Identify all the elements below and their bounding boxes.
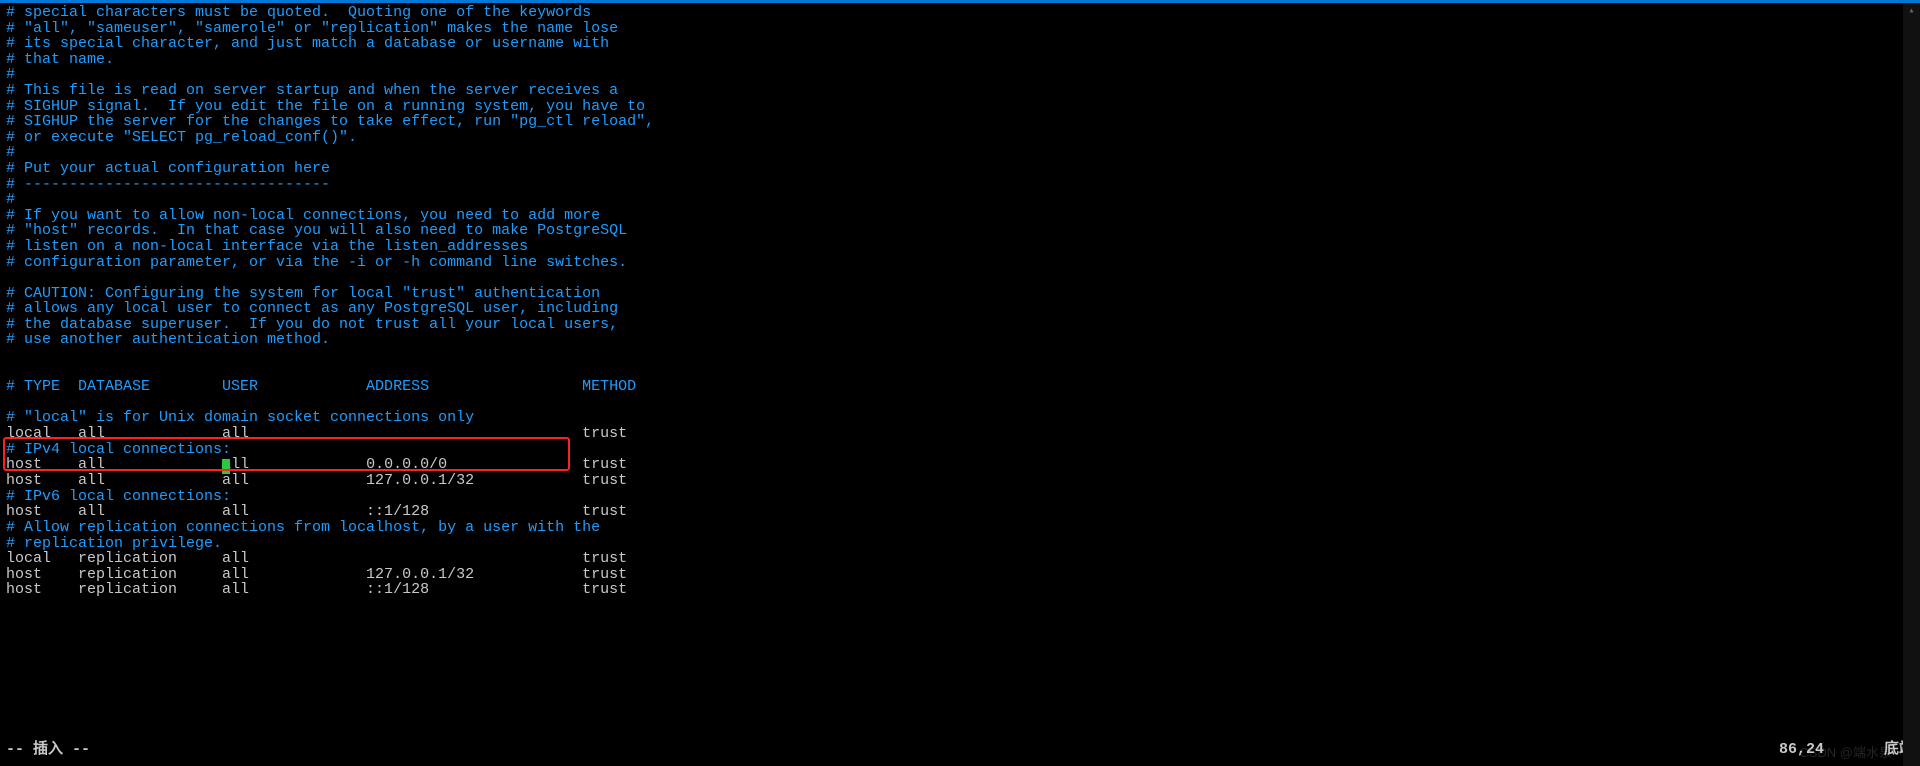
comment-line: # SIGHUP signal. If you edit the file on…: [6, 99, 1914, 115]
config-line: host all all 0.0.0.0/0 trust: [6, 457, 1914, 473]
scrollbar[interactable]: ▴: [1903, 3, 1920, 766]
comment-line: # Allow replication connections from loc…: [6, 520, 1914, 536]
comment-line: #: [6, 145, 1914, 161]
comment-line: # ----------------------------------: [6, 177, 1914, 193]
comment-line: # allows any local user to connect as an…: [6, 301, 1914, 317]
comment-line: [6, 364, 1914, 380]
comment-line: # CAUTION: Configuring the system for lo…: [6, 286, 1914, 302]
vim-mode: -- 插入 --: [6, 742, 90, 758]
comment-line: # "all", "sameuser", "samerole" or "repl…: [6, 21, 1914, 37]
vim-status-bar: -- 插入 -- 86,24 底端: [6, 742, 1914, 758]
comment-line: # IPv4 local connections:: [6, 442, 1914, 458]
scroll-up-icon[interactable]: ▴: [1903, 3, 1920, 20]
comment-line: # If you want to allow non-local connect…: [6, 208, 1914, 224]
comment-line: #: [6, 192, 1914, 208]
cursor: [222, 459, 230, 474]
terminal-content[interactable]: # special characters must be quoted. Quo…: [0, 3, 1920, 598]
comment-line: # use another authentication method.: [6, 332, 1914, 348]
config-line: local replication all trust: [6, 551, 1914, 567]
comment-line: # special characters must be quoted. Quo…: [6, 5, 1914, 21]
comment-line: # or execute "SELECT pg_reload_conf()".: [6, 130, 1914, 146]
comment-line: [6, 348, 1914, 364]
comment-line: # configuration parameter, or via the -i…: [6, 255, 1914, 271]
comment-line: # listen on a non-local interface via th…: [6, 239, 1914, 255]
comment-line: # TYPE DATABASE USER ADDRESS METHOD: [6, 379, 1914, 395]
config-line: host replication all 127.0.0.1/32 trust: [6, 567, 1914, 583]
comment-line: # replication privilege.: [6, 536, 1914, 552]
watermark: CSDN @端水泉: [1799, 746, 1892, 760]
comment-line: # "host" records. In that case you will …: [6, 223, 1914, 239]
comment-line: # the database superuser. If you do not …: [6, 317, 1914, 333]
comment-line: [6, 395, 1914, 411]
comment-line: # IPv6 local connections:: [6, 489, 1914, 505]
config-line: local all all trust: [6, 426, 1914, 442]
comment-line: # "local" is for Unix domain socket conn…: [6, 410, 1914, 426]
comment-line: # Put your actual configuration here: [6, 161, 1914, 177]
config-line: host replication all ::1/128 trust: [6, 582, 1914, 598]
comment-line: # its special character, and just match …: [6, 36, 1914, 52]
config-line: host all all ::1/128 trust: [6, 504, 1914, 520]
comment-line: # that name.: [6, 52, 1914, 68]
comment-line: # This file is read on server startup an…: [6, 83, 1914, 99]
comment-line: [6, 270, 1914, 286]
comment-line: # SIGHUP the server for the changes to t…: [6, 114, 1914, 130]
comment-line: #: [6, 67, 1914, 83]
config-line: host all all 127.0.0.1/32 trust: [6, 473, 1914, 489]
